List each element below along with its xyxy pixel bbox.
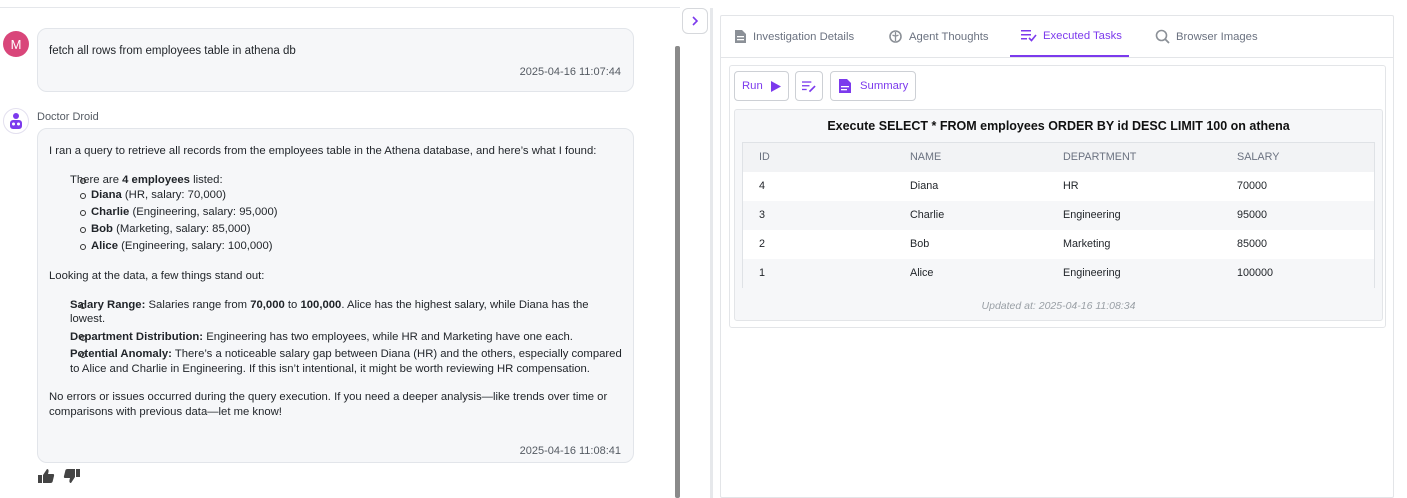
updated-at-text: Updated at: 2025-04-16 11:08:34 <box>981 300 1136 312</box>
result-table: ID NAME DEPARTMENT SALARY 4 Diana HR 700… <box>742 142 1375 288</box>
chevron-right-icon <box>692 16 699 26</box>
query-result: Execute SELECT * FROM employees ORDER BY… <box>734 109 1383 321</box>
play-icon <box>770 80 781 92</box>
column-header: ID <box>759 151 770 163</box>
summary-icon <box>839 79 851 93</box>
employee-item: Diana (HR, salary: 70,000) <box>80 187 624 204</box>
employees-list: There are 4 employees listed: Diana (HR,… <box>49 173 624 256</box>
list-item: Salary Range: Salaries range from 70,000… <box>70 298 624 327</box>
user-avatar: M <box>3 31 29 57</box>
table-header: ID NAME DEPARTMENT SALARY <box>743 143 1374 172</box>
column-header: DEPARTMENT <box>1063 151 1137 163</box>
user-message-bubble: fetch all rows from employees table in a… <box>37 28 634 92</box>
collapse-panel-button[interactable] <box>682 8 708 34</box>
document-icon <box>735 30 746 43</box>
closing-text: No errors or issues occurred during the … <box>49 391 608 418</box>
bot-message-bubble: I ran a query to retrieve all records fr… <box>37 128 634 463</box>
table-row: 3 Charlie Engineering 95000 <box>743 201 1374 230</box>
bot-avatar <box>3 108 29 134</box>
table-row: 2 Bob Marketing 85000 <box>759 238 1268 250</box>
employee-sublist: Diana (HR, salary: 70,000) Charlie (Engi… <box>70 187 624 255</box>
tab-executed-tasks[interactable]: Executed Tasks <box>1010 16 1129 57</box>
employee-item: Charlie (Engineering, salary: 95,000) <box>80 204 624 221</box>
summary-button[interactable]: Summary <box>830 71 917 101</box>
thumbs-down-icon[interactable] <box>63 468 81 484</box>
insights-list: Salary Range: Salaries range from 70,000… <box>49 298 624 377</box>
looking-text: Looking at the data, a few things stand … <box>49 270 265 282</box>
column-header: NAME <box>910 151 942 163</box>
tab-browser-images[interactable]: Browser Images <box>1155 16 1258 57</box>
top-border <box>0 0 680 8</box>
bot-message-body: I ran a query to retrieve all records fr… <box>49 144 624 419</box>
thumbs-up-icon[interactable] <box>37 468 55 484</box>
table-row: 4 Diana HR 70000 <box>759 180 1268 192</box>
list-item: There are 4 employees listed: Diana (HR,… <box>70 173 624 256</box>
employee-item: Bob (Marketing, salary: 85,000) <box>80 221 624 238</box>
chat-panel: M fetch all rows from employees table in… <box>0 8 675 498</box>
executed-task-card: Run Summary Execute SELECT * FROM employ… <box>729 65 1386 328</box>
bot-intro: I ran a query to retrieve all records fr… <box>49 145 597 157</box>
feedback-buttons <box>37 468 81 484</box>
image-search-icon <box>1155 29 1170 44</box>
list-item: Potential Anomaly: There’s a noticeable … <box>70 347 624 376</box>
brain-icon <box>889 30 902 43</box>
robot-icon <box>10 113 22 129</box>
table-row: 1 Alice Engineering 100000 <box>743 259 1374 288</box>
user-message-text: fetch all rows from employees table in a… <box>49 45 296 57</box>
investigation-panel: Investigation Details Agent Thoughts Exe… <box>720 15 1394 498</box>
user-message-timestamp: 2025-04-16 11:07:44 <box>519 66 621 78</box>
tab-bar: Investigation Details Agent Thoughts Exe… <box>721 16 1393 58</box>
result-title: Execute SELECT * FROM employees ORDER BY… <box>827 119 1290 133</box>
chat-scrollbar[interactable] <box>675 46 680 498</box>
edit-list-icon <box>802 80 816 92</box>
edit-query-button[interactable] <box>795 71 823 101</box>
bot-message-timestamp: 2025-04-16 11:08:41 <box>519 445 621 457</box>
tab-agent-thoughts[interactable]: Agent Thoughts <box>888 16 989 57</box>
task-list-icon <box>1021 30 1037 42</box>
run-button[interactable]: Run <box>734 71 789 101</box>
column-header: SALARY <box>1237 151 1280 163</box>
tab-investigation-details[interactable]: Investigation Details <box>734 16 854 57</box>
list-item: Department Distribution: Engineering has… <box>70 330 624 345</box>
employee-item: Alice (Engineering, salary: 100,000) <box>80 238 624 255</box>
panel-divider[interactable] <box>710 8 713 498</box>
bot-name: Doctor Droid <box>37 111 99 123</box>
